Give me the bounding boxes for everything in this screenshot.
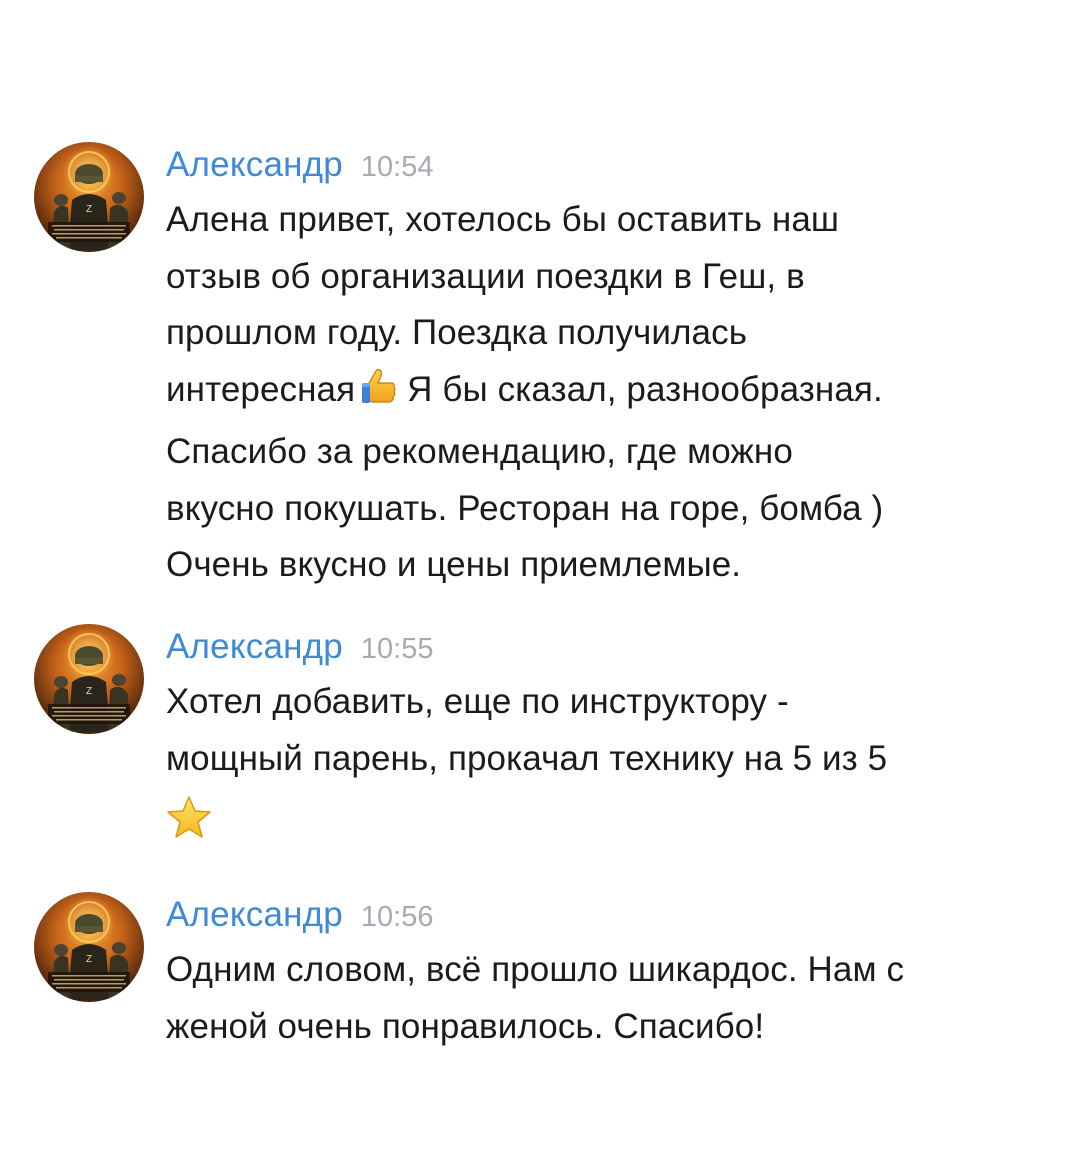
- avatar[interactable]: [34, 624, 144, 734]
- text-segment: Я бы сказал, разнообразная.: [407, 369, 883, 409]
- message-time: 10:54: [360, 151, 434, 183]
- message-header: Александр 10:54: [166, 142, 1056, 188]
- message-time: 10:56: [360, 901, 434, 933]
- text-line: интересная Я бы сказал, разнообразная.: [166, 362, 1056, 425]
- text-line: прошлом году. Поездка получилась: [166, 313, 748, 352]
- message-text: Одним словом, всё прошло шикардос. Нам с…: [166, 942, 1056, 1055]
- thumbs-up-icon: [357, 367, 401, 425]
- message-time: 10:55: [360, 633, 434, 665]
- star-icon: [166, 795, 212, 857]
- message-body: Александр 10:56 Одним словом, всё прошло …: [166, 892, 1056, 1055]
- author-name[interactable]: Александр: [166, 627, 343, 666]
- message-header: Александр 10:55: [166, 624, 1056, 670]
- text-line: [166, 787, 1056, 843]
- avatar[interactable]: [34, 142, 144, 252]
- message-header: Александр 10:56: [166, 892, 1056, 938]
- text-line: Очень вкусно и цены приемлемые.: [166, 545, 742, 584]
- author-name[interactable]: Александр: [166, 895, 343, 934]
- text-line: Одним словом, всё прошло шикардос. Нам с: [166, 950, 905, 989]
- chat-feed: Александр 10:54 Алена привет, хотелось бы…: [0, 0, 1080, 1150]
- text-segment: интересная: [166, 369, 356, 409]
- text-line: Хотел добавить, еще по инструктору -: [166, 682, 789, 721]
- message-text: Алена привет, хотелось бы оставить наш о…: [166, 192, 1056, 594]
- text-line: Алена привет, хотелось бы оставить наш: [166, 200, 840, 239]
- text-line: отзыв об организации поездки в Геш, в: [166, 256, 805, 296]
- text-line: вкусно покушать. Ресторан на горе, бомба…: [166, 488, 884, 528]
- message-body: Александр 10:54 Алена привет, хотелось бы…: [166, 142, 1056, 594]
- message-body: Александр 10:55 Хотел добавить, еще по ин…: [166, 624, 1056, 843]
- avatar[interactable]: [34, 892, 144, 1002]
- author-name[interactable]: Александр: [166, 145, 343, 184]
- text-line: мощный парень, прокачал технику на 5 из …: [166, 738, 888, 778]
- text-line: Спасибо за рекомендацию, где можно: [166, 432, 793, 471]
- text-line: женой очень понравилось. Спасибо!: [166, 1006, 765, 1046]
- message-text: Хотел добавить, еще по инструктору - мощ…: [166, 674, 1056, 843]
